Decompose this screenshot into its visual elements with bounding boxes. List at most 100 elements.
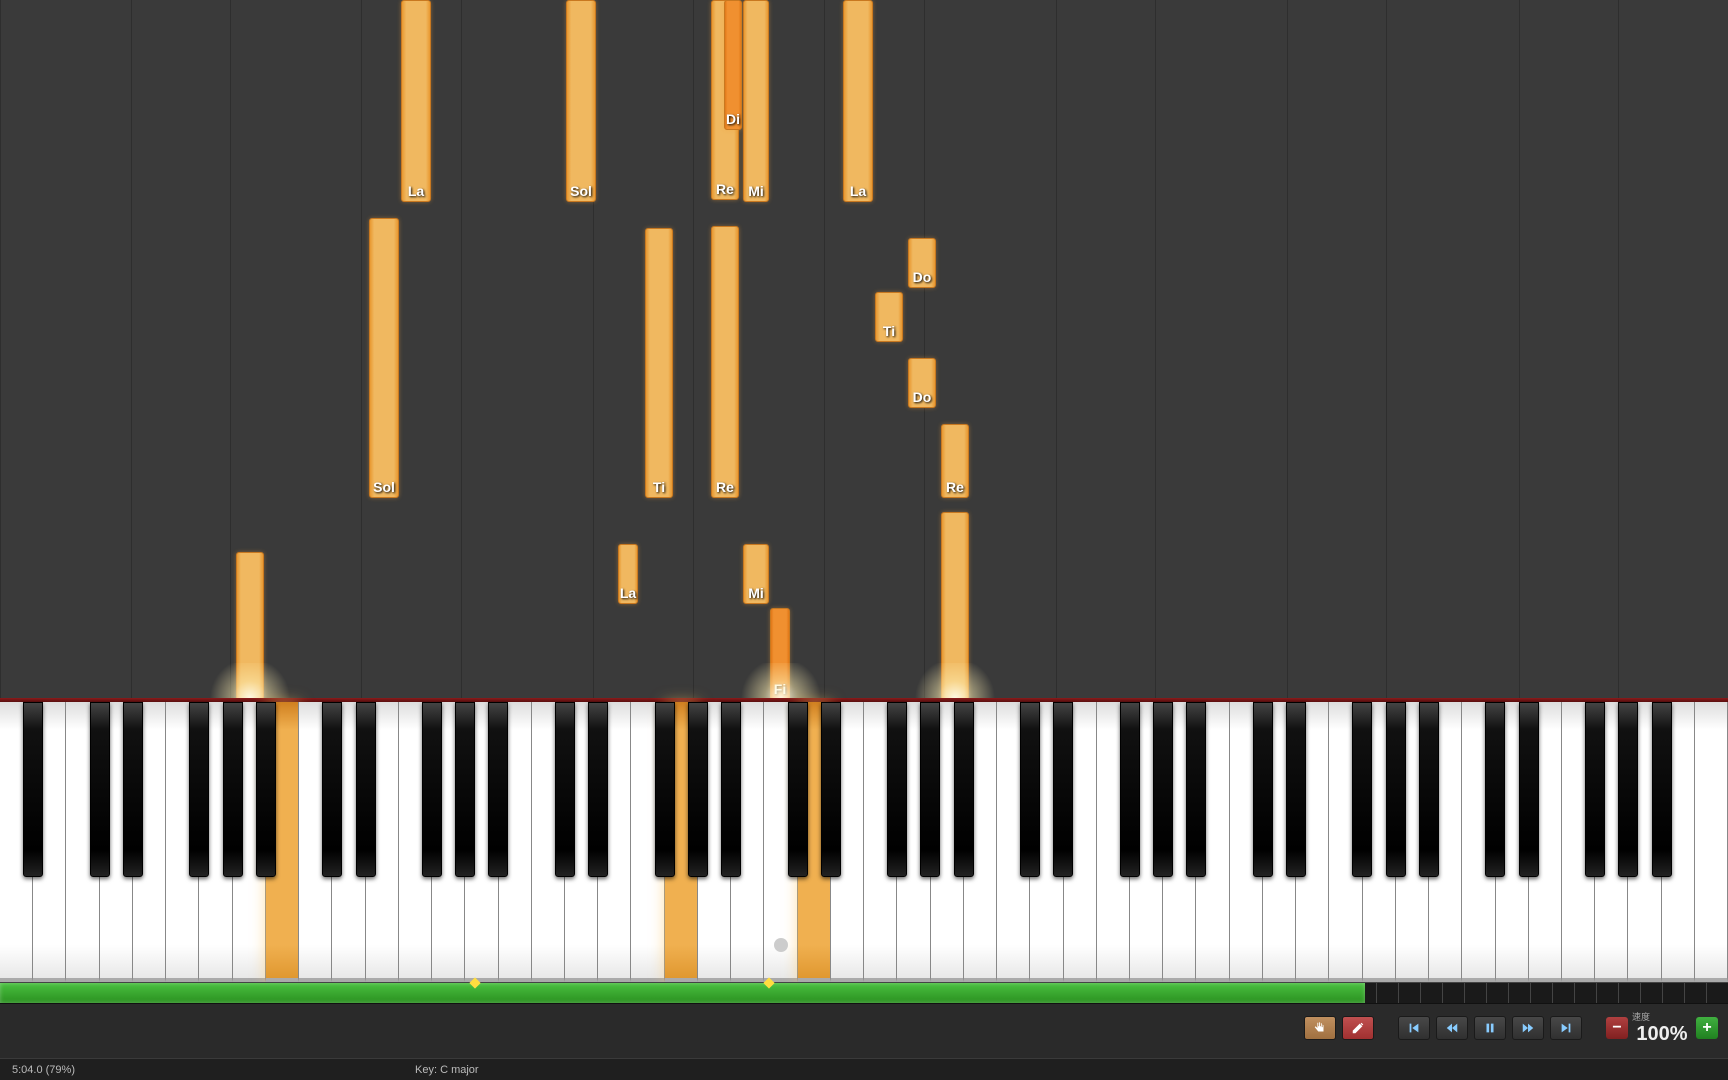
speed-increase-button[interactable]: +	[1696, 1017, 1718, 1039]
black-key[interactable]	[123, 702, 143, 877]
black-key[interactable]	[1386, 702, 1406, 877]
black-key[interactable]	[1186, 702, 1206, 877]
black-key[interactable]	[1053, 702, 1073, 877]
progress-tick	[1640, 983, 1662, 1003]
progress-tick	[1552, 983, 1574, 1003]
piano-keyboard[interactable]	[0, 702, 1728, 982]
black-key[interactable]	[821, 702, 841, 877]
note-label: Do	[913, 269, 932, 285]
falling-note	[236, 552, 264, 698]
skip-forward-button[interactable]	[1550, 1016, 1582, 1040]
black-key[interactable]	[1153, 702, 1173, 877]
black-key[interactable]	[1652, 702, 1672, 877]
falling-note: Do	[908, 358, 936, 408]
black-key[interactable]	[223, 702, 243, 877]
falling-note: Do	[908, 238, 936, 288]
black-key[interactable]	[588, 702, 608, 877]
progress-ticks	[1376, 983, 1728, 1003]
black-key[interactable]	[189, 702, 209, 877]
falling-note	[941, 512, 969, 698]
black-key[interactable]	[1585, 702, 1605, 877]
status-time: 5:04.0 (79%)	[12, 1064, 75, 1076]
black-key[interactable]	[1253, 702, 1273, 877]
black-key[interactable]	[422, 702, 442, 877]
falling-note: Ti	[645, 228, 673, 498]
pencil-icon	[1351, 1021, 1365, 1035]
falling-note: Ti	[875, 292, 903, 342]
black-key[interactable]	[356, 702, 376, 877]
grid-line	[131, 0, 132, 698]
note-label: La	[850, 183, 866, 199]
white-key[interactable]	[1695, 702, 1728, 982]
pause-button[interactable]	[1474, 1016, 1506, 1040]
black-key[interactable]	[1485, 702, 1505, 877]
falling-note: Re	[711, 226, 739, 498]
black-key[interactable]	[488, 702, 508, 877]
black-key[interactable]	[1020, 702, 1040, 877]
falling-note: Mi	[743, 0, 769, 202]
progress-bar[interactable]	[0, 982, 1728, 1004]
progress-tick	[1508, 983, 1530, 1003]
progress-tick	[1574, 983, 1596, 1003]
grid-line	[1618, 0, 1619, 698]
progress-tick	[1618, 983, 1640, 1003]
black-key[interactable]	[920, 702, 940, 877]
rewind-icon	[1445, 1021, 1459, 1035]
status-bar: 5:04.0 (79%) Key: C major	[0, 1058, 1728, 1080]
black-key[interactable]	[90, 702, 110, 877]
note-label: Sol	[373, 479, 395, 495]
forward-button[interactable]	[1512, 1016, 1544, 1040]
speed-control: − 速度 100% +	[1606, 1010, 1718, 1046]
progress-tick	[1376, 983, 1398, 1003]
black-key[interactable]	[1618, 702, 1638, 877]
black-key[interactable]	[1519, 702, 1539, 877]
grid-line	[1519, 0, 1520, 698]
grid-line	[230, 0, 231, 698]
black-key[interactable]	[721, 702, 741, 877]
black-key[interactable]	[688, 702, 708, 877]
falling-note: Fi	[770, 608, 790, 698]
speed-decrease-button[interactable]: −	[1606, 1017, 1628, 1039]
progress-tick	[1596, 983, 1618, 1003]
controls-row: − 速度 100% +	[0, 1004, 1728, 1052]
falling-note: La	[618, 544, 638, 604]
middle-c-marker	[774, 938, 788, 952]
pause-icon	[1483, 1021, 1497, 1035]
pencil-tool-button[interactable]	[1342, 1016, 1374, 1040]
falling-note: Mi	[743, 544, 769, 604]
black-key[interactable]	[322, 702, 342, 877]
note-label: Re	[716, 181, 734, 197]
skip-back-button[interactable]	[1398, 1016, 1430, 1040]
status-key: Key: C major	[415, 1064, 479, 1076]
black-key[interactable]	[23, 702, 43, 877]
rewind-button[interactable]	[1436, 1016, 1468, 1040]
black-key[interactable]	[1286, 702, 1306, 877]
black-key[interactable]	[788, 702, 808, 877]
progress-tick	[1684, 983, 1706, 1003]
black-key[interactable]	[887, 702, 907, 877]
black-key[interactable]	[954, 702, 974, 877]
black-key[interactable]	[1120, 702, 1140, 877]
skip-forward-icon	[1559, 1021, 1573, 1035]
progress-tick	[1706, 983, 1728, 1003]
hand-tool-button[interactable]	[1304, 1016, 1336, 1040]
falling-note: Sol	[566, 0, 596, 202]
bottom-panel: − 速度 100% + 5:04.0 (79%) Key: C major	[0, 982, 1728, 1080]
note-label: Re	[716, 479, 734, 495]
forward-icon	[1521, 1021, 1535, 1035]
grid-line	[693, 0, 694, 698]
grid-line	[1287, 0, 1288, 698]
black-key[interactable]	[655, 702, 675, 877]
falling-note: La	[401, 0, 431, 202]
note-label: Mi	[748, 183, 764, 199]
falling-note: Sol	[369, 218, 399, 498]
black-key[interactable]	[555, 702, 575, 877]
black-key[interactable]	[455, 702, 475, 877]
black-key[interactable]	[1419, 702, 1439, 877]
note-label: Do	[913, 389, 932, 405]
progress-tick	[1530, 983, 1552, 1003]
black-key[interactable]	[256, 702, 276, 877]
note-label: Ti	[653, 479, 665, 495]
black-key[interactable]	[1352, 702, 1372, 877]
grid-line	[361, 0, 362, 698]
